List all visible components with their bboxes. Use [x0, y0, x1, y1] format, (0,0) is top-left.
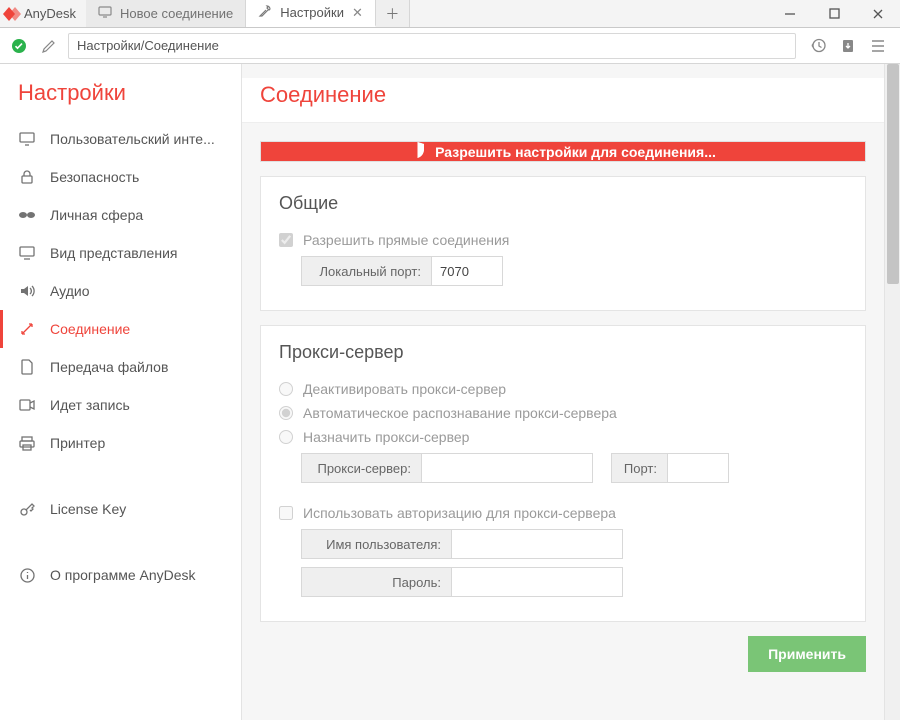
sidebar-item-label: Идет запись [50, 397, 130, 413]
card-general: Общие Разрешить прямые соединения Локаль… [260, 176, 866, 311]
menu-icon[interactable] [864, 39, 892, 53]
toolbar: Настройки/Соединение [0, 28, 900, 64]
sidebar-item-label: Соединение [50, 321, 130, 337]
sidebar-item-label: Принтер [50, 435, 105, 451]
titlebar: AnyDesk Новое соединение Настройки ✕ ＋ [0, 0, 900, 28]
proxy-pass-input[interactable] [452, 568, 622, 596]
sidebar-item-label: Пользовательский инте... [50, 131, 215, 147]
key-icon [18, 501, 36, 517]
window-close-button[interactable] [856, 0, 900, 27]
checkbox-allow-direct[interactable] [279, 233, 293, 247]
sidebar-item-label: Передача файлов [50, 359, 168, 375]
proxy-user-label: Имя пользователя: [302, 530, 452, 558]
radio-label: Назначить прокси-сервер [303, 429, 469, 445]
sidebar-item-label: О программе AnyDesk [50, 567, 196, 583]
new-tab-button[interactable]: ＋ [376, 0, 410, 27]
content-area: Соединение Разрешить настройки для соеди… [242, 64, 884, 720]
tab-label: Настройки [280, 5, 344, 20]
local-port-label: Локальный порт: [302, 257, 432, 285]
edit-icon[interactable] [38, 38, 60, 54]
window-minimize-button[interactable] [768, 0, 812, 27]
proxy-pass-label: Пароль: [302, 568, 452, 596]
info-icon [18, 568, 36, 583]
address-bar[interactable]: Настройки/Соединение [68, 33, 796, 59]
audio-icon [18, 284, 36, 298]
page-title: Соединение [242, 78, 884, 123]
monitor-icon [18, 132, 36, 146]
sidebar-item-privacy[interactable]: Личная сфера [0, 196, 241, 234]
allow-settings-label: Разрешить настройки для соединения... [435, 144, 716, 160]
printer-icon [18, 436, 36, 451]
radio-label: Автоматическое распознавание прокси-серв… [303, 405, 617, 421]
tab-settings[interactable]: Настройки ✕ [246, 0, 376, 27]
sidebar-item-about[interactable]: О программе AnyDesk [0, 556, 241, 594]
proxy-pass-field: Пароль: [301, 567, 623, 597]
sidebar-item-display[interactable]: Вид представления [0, 234, 241, 272]
checkbox-label: Разрешить прямые соединения [303, 232, 509, 248]
connection-icon [18, 321, 36, 337]
proxy-port-label: Порт: [612, 454, 668, 482]
proxy-user-input[interactable] [452, 530, 622, 558]
radio-proxy-manual[interactable] [279, 430, 293, 444]
proxy-server-label: Прокси-сервер: [302, 454, 422, 482]
file-icon [18, 359, 36, 375]
glasses-icon [18, 210, 36, 220]
local-port-field: Локальный порт: [301, 256, 503, 286]
anydesk-logo-icon [0, 0, 24, 27]
settings-sidebar: Настройки Пользовательский инте... Безоп… [0, 64, 242, 720]
apply-button[interactable]: Применить [748, 636, 866, 672]
sidebar-item-file-transfer[interactable]: Передача файлов [0, 348, 241, 386]
address-text: Настройки/Соединение [77, 38, 219, 53]
app-name: AnyDesk [24, 0, 86, 27]
tab-label: Новое соединение [120, 6, 233, 21]
proxy-server-input[interactable] [422, 454, 592, 482]
scrollbar-thumb[interactable] [887, 64, 899, 284]
sidebar-title: Настройки [0, 78, 241, 120]
checkbox-proxy-auth[interactable] [279, 506, 293, 520]
sidebar-item-recording[interactable]: Идет запись [0, 386, 241, 424]
monitor-icon [98, 6, 112, 21]
sidebar-item-label: Аудио [50, 283, 90, 299]
radio-label: Деактивировать прокси-сервер [303, 381, 506, 397]
local-port-input[interactable] [432, 257, 502, 285]
proxy-port-input[interactable] [668, 454, 728, 482]
shield-icon [410, 142, 425, 161]
wrench-icon [258, 4, 272, 21]
sidebar-item-printer[interactable]: Принтер [0, 424, 241, 462]
sidebar-item-audio[interactable]: Аудио [0, 272, 241, 310]
sidebar-item-label: Вид представления [50, 245, 177, 261]
sidebar-item-license[interactable]: License Key [0, 490, 241, 528]
proxy-server-field: Прокси-сервер: [301, 453, 593, 483]
sidebar-item-label: Безопасность [50, 169, 139, 185]
card-heading: Общие [279, 193, 847, 214]
proxy-port-field: Порт: [611, 453, 729, 483]
display-icon [18, 246, 36, 260]
window-maximize-button[interactable] [812, 0, 856, 27]
tab-new-connection[interactable]: Новое соединение [86, 0, 246, 27]
card-heading: Прокси-сервер [279, 342, 847, 363]
record-icon [18, 399, 36, 411]
allow-settings-button[interactable]: Разрешить настройки для соединения... [260, 141, 866, 162]
status-ok-icon [8, 38, 30, 54]
card-proxy: Прокси-сервер Деактивировать прокси-серв… [260, 325, 866, 622]
sidebar-item-label: Личная сфера [50, 207, 143, 223]
close-icon[interactable]: ✕ [352, 5, 363, 21]
sidebar-item-ui[interactable]: Пользовательский инте... [0, 120, 241, 158]
scrollbar[interactable] [884, 64, 900, 720]
checkbox-label: Использовать авторизацию для прокси-серв… [303, 505, 616, 521]
radio-proxy-disable[interactable] [279, 382, 293, 396]
download-icon[interactable] [834, 38, 862, 54]
lock-icon [18, 169, 36, 185]
history-icon[interactable] [804, 37, 832, 54]
sidebar-item-security[interactable]: Безопасность [0, 158, 241, 196]
proxy-user-field: Имя пользователя: [301, 529, 623, 559]
sidebar-item-label: License Key [50, 501, 126, 517]
sidebar-item-connection[interactable]: Соединение [0, 310, 241, 348]
radio-proxy-auto[interactable] [279, 406, 293, 420]
